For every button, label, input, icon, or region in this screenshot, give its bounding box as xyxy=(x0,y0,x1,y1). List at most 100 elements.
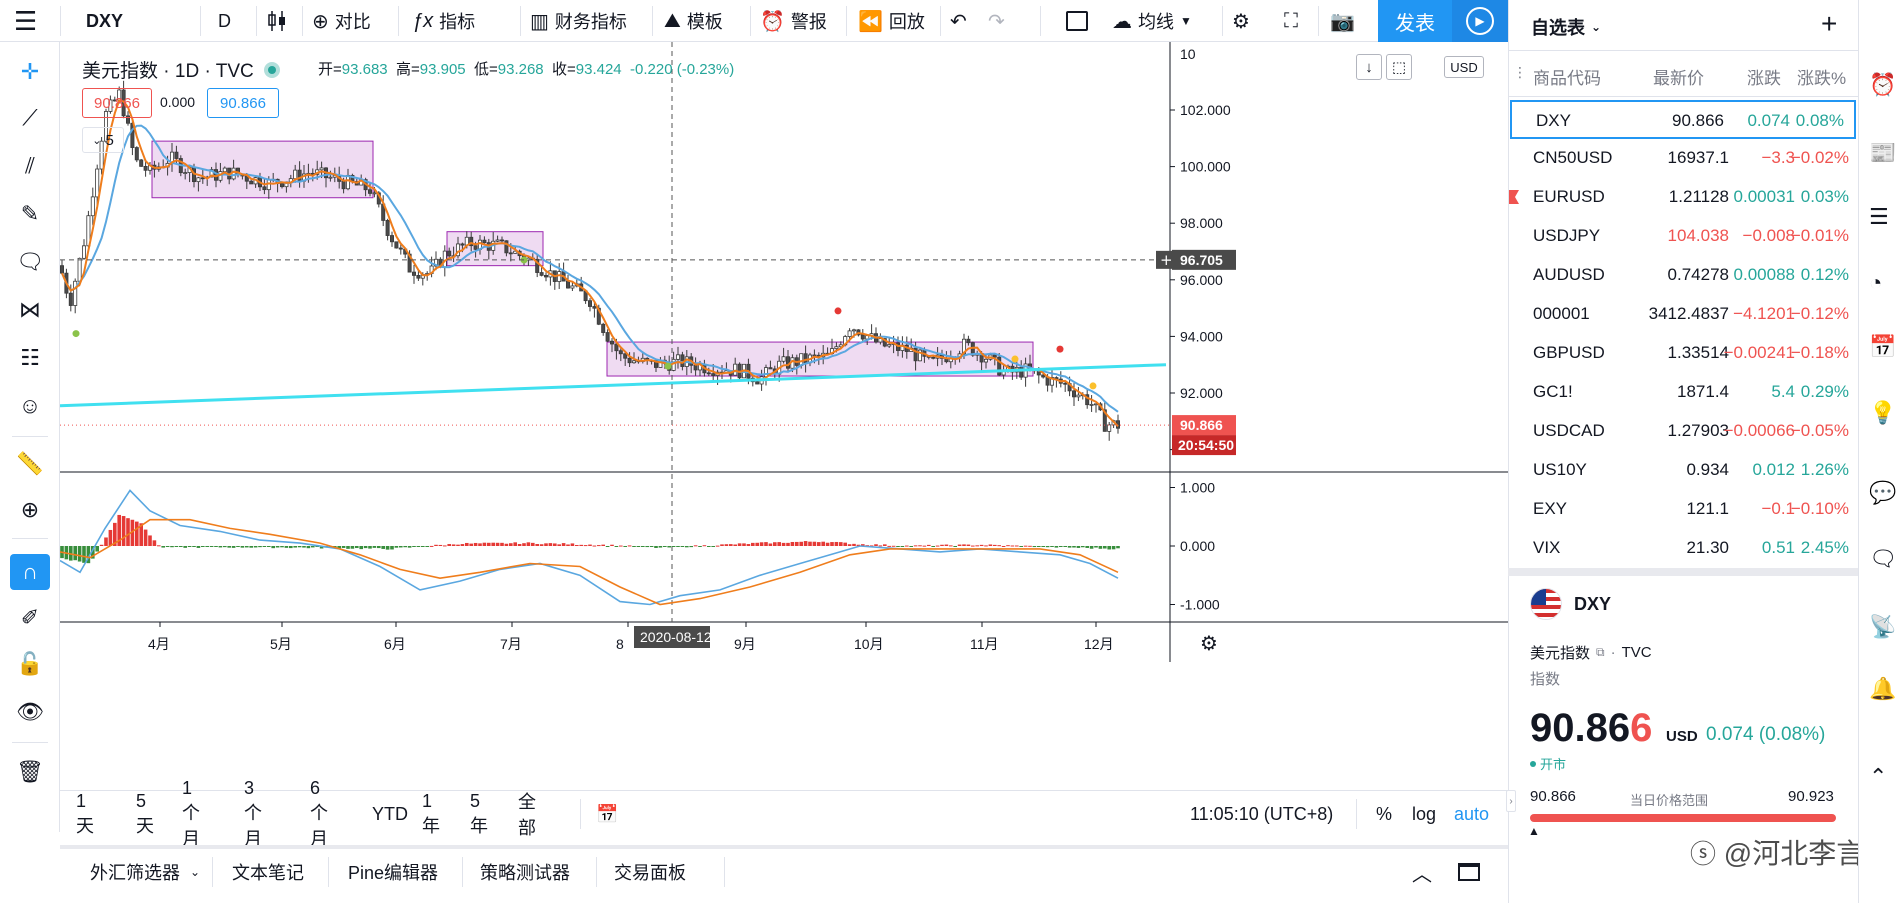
scroll-down-button[interactable]: ↓ xyxy=(1356,54,1382,80)
tab-screener[interactable]: 外汇筛选器 ⌄ xyxy=(90,849,200,895)
tab-strategy-tester[interactable]: 策略测试器 xyxy=(480,849,570,895)
streams-button[interactable]: 📡 xyxy=(1869,614,1900,646)
external-link-icon[interactable]: ⧉ xyxy=(1596,645,1605,660)
compare-button[interactable]: ⊕ 对比 xyxy=(312,0,371,42)
undo-button[interactable]: ↶ xyxy=(950,0,967,42)
price-chart[interactable]: 102.000100.00098.00096.00094.00092.00090… xyxy=(60,42,1508,790)
tab-pine-editor[interactable]: Pine编辑器 xyxy=(348,849,438,895)
publish-button[interactable]: 发表 xyxy=(1378,0,1452,42)
buy-price-box[interactable]: 90.866 xyxy=(207,88,279,118)
header-last[interactable]: 最新价 xyxy=(1653,64,1704,89)
log-toggle[interactable]: log xyxy=(1412,791,1436,837)
watchlist-row[interactable]: EXY 121.1 −0.1 −0.10% xyxy=(1509,490,1859,529)
play-icon: ▶ xyxy=(1466,7,1494,35)
watchlist-row[interactable]: DXY 90.866 0.074 0.08% xyxy=(1510,100,1856,139)
watchlist-row[interactable]: GBPUSD 1.33514 −0.00241 −0.18% xyxy=(1509,334,1859,373)
watchlist-title[interactable]: 自选表 ⌄ xyxy=(1531,14,1601,40)
maximize-pane-button[interactable]: ⬚ xyxy=(1386,54,1412,80)
ma-cloud-button[interactable]: ☁ 均线 ▼ xyxy=(1112,0,1192,42)
settings-button[interactable]: ⚙ xyxy=(1232,0,1250,42)
sell-price-box[interactable]: 90.866 xyxy=(82,88,152,118)
watchlist-row[interactable]: 000001 3412.4837 −4.1201 −0.12% xyxy=(1509,295,1859,334)
alert-button[interactable]: ⏰ 警报 xyxy=(760,0,827,42)
data-window-button[interactable]: ☰ xyxy=(1869,204,1900,236)
watchlist-row[interactable]: USDJPY 104.038 −0.008 −0.01% xyxy=(1509,217,1859,256)
play-button[interactable]: ▶ xyxy=(1452,0,1508,42)
header-change-pct[interactable]: 涨跌% xyxy=(1797,64,1846,89)
add-symbol-button[interactable]: + xyxy=(1821,8,1837,40)
collapse-panel-button[interactable]: ︿ xyxy=(1412,849,1432,895)
chats-button[interactable]: 💬 xyxy=(1869,480,1900,512)
range-0[interactable]: 1天 xyxy=(76,791,94,837)
notifications-button[interactable]: 🔔 xyxy=(1869,676,1900,708)
watchlist-row[interactable]: US10Y 0.934 0.012 1.26% xyxy=(1509,451,1859,490)
pattern-tool[interactable]: ⋈ xyxy=(10,292,50,328)
collapse-right-button[interactable]: › xyxy=(1506,790,1516,812)
redo-button[interactable]: ↷ xyxy=(988,0,1005,42)
lock-all-tool[interactable]: 🔓 xyxy=(10,646,50,682)
news-button[interactable]: 📰 xyxy=(1869,140,1900,172)
calendar-button[interactable]: 📅 xyxy=(1869,334,1900,366)
candle-body xyxy=(706,372,711,375)
header-change[interactable]: 涨跌 xyxy=(1747,64,1781,89)
remove-drawings-tool[interactable]: 🗑 xyxy=(10,754,50,790)
magnet-tool[interactable]: ∩ xyxy=(10,554,50,590)
tab-trading-panel[interactable]: 交易面板 xyxy=(614,849,686,895)
watchlist-row[interactable]: VIX 21.30 0.51 2.45% xyxy=(1509,529,1859,568)
range-1[interactable]: 5天 xyxy=(136,791,154,837)
clock-display[interactable]: 11:05:10 (UTC+8) xyxy=(1190,791,1333,837)
range-8[interactable]: 全部 xyxy=(518,791,536,838)
macd-bar xyxy=(187,546,192,547)
range-4[interactable]: 6个月 xyxy=(310,778,328,849)
financials-button[interactable]: ▥ 财务指标 xyxy=(530,0,627,42)
maximize-panel-button[interactable] xyxy=(1458,849,1480,895)
order-panel-button[interactable]: ⌃ xyxy=(1869,764,1900,796)
crosshair-tool[interactable]: ✛ xyxy=(10,54,50,90)
brush-tool[interactable]: ✎ xyxy=(10,196,50,232)
row-symbol: EURUSD xyxy=(1533,187,1605,206)
snapshot-button[interactable]: 📷 xyxy=(1330,0,1355,42)
collapse-indicators-button[interactable]: ⌄ 5 xyxy=(82,127,124,153)
menu-button[interactable]: ☰ xyxy=(14,0,37,42)
range-6[interactable]: 1年 xyxy=(422,791,440,837)
interval-button[interactable]: D xyxy=(218,0,231,42)
fullscreen-button[interactable]: ⛶ xyxy=(1284,0,1298,42)
icon-tool[interactable]: ☺ xyxy=(10,388,50,424)
prediction-tool[interactable]: ☷ xyxy=(10,340,50,376)
drag-handle-icon[interactable]: ⋮ xyxy=(1513,64,1527,81)
fib-tool[interactable]: ⫽ xyxy=(10,148,50,184)
measure-tool[interactable]: 📏 xyxy=(10,446,50,482)
gear-icon[interactable]: ⚙ xyxy=(1200,631,1218,655)
watchlist-row[interactable]: AUDUSD 0.74278 0.00088 0.12% xyxy=(1509,256,1859,295)
chart-type-button[interactable] xyxy=(266,0,288,42)
symbol-search-button[interactable]: DXY xyxy=(86,0,123,42)
lock-drawing-tool[interactable]: ✐ xyxy=(10,600,50,636)
range-2[interactable]: 1个月 xyxy=(182,778,200,849)
messages-button[interactable]: 🗨 xyxy=(1869,546,1900,578)
replay-button[interactable]: ⏪ 回放 xyxy=(858,0,925,42)
percent-toggle[interactable]: % xyxy=(1376,791,1392,837)
currency-button[interactable]: USD xyxy=(1444,56,1484,78)
details-name[interactable]: 美元指数 xyxy=(1530,642,1590,663)
hotlists-button[interactable]: ◔ xyxy=(1869,270,1900,302)
templates-button[interactable]: ⛰ 模板 xyxy=(664,0,723,42)
tab-notes[interactable]: 文本笔记 xyxy=(232,849,304,895)
goto-date-button[interactable]: 📅 xyxy=(596,791,618,837)
trendline-tool[interactable]: ⟋ xyxy=(10,100,50,136)
hide-drawings-tool[interactable]: 👁 xyxy=(10,694,50,730)
alerts-button[interactable]: ⏰ xyxy=(1869,72,1900,104)
range-3[interactable]: 3个月 xyxy=(244,778,262,849)
watchlist-row[interactable]: GC1! 1871.4 5.4 0.29% xyxy=(1509,373,1859,412)
indicators-button[interactable]: ƒx 指标 xyxy=(412,0,475,42)
watchlist-row[interactable]: EURUSD 1.21128 0.00031 0.03% xyxy=(1509,178,1859,217)
watchlist-row[interactable]: USDCAD 1.27903 −0.00066 −0.05% xyxy=(1509,412,1859,451)
zoom-tool[interactable]: ⊕ xyxy=(10,492,50,528)
ideas-button[interactable]: 💡 xyxy=(1869,400,1900,432)
auto-toggle[interactable]: auto xyxy=(1454,791,1489,837)
header-symbol[interactable]: 商品代码 xyxy=(1533,64,1601,89)
text-tool[interactable]: 🗨 xyxy=(10,244,50,280)
layout-button[interactable] xyxy=(1066,0,1088,42)
watchlist-row[interactable]: CN50USD 16937.1 −3.3 −0.02% xyxy=(1509,139,1859,178)
range-5[interactable]: YTD xyxy=(372,791,408,837)
range-7[interactable]: 5年 xyxy=(470,791,488,837)
